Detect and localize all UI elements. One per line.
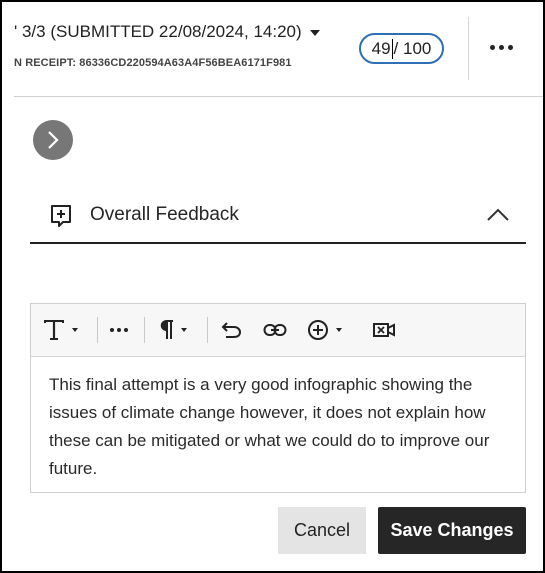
- header-separator: [14, 96, 543, 97]
- chevron-up-icon[interactable]: [486, 206, 510, 222]
- link-icon: [263, 324, 287, 336]
- more-options-button[interactable]: [482, 32, 520, 62]
- record-video-button[interactable]: [372, 317, 396, 343]
- paragraph-icon: [160, 320, 173, 339]
- caret-down-icon: [336, 328, 342, 332]
- cancel-button[interactable]: Cancel: [278, 507, 366, 554]
- submission-receipt: N RECEIPT: 86336CD220594A63A4F56BEA6171F…: [14, 57, 292, 69]
- toolbar-separator: [144, 317, 145, 343]
- chevron-right-icon: [48, 131, 59, 149]
- undo-icon: [221, 322, 242, 338]
- grading-panel: ' 3/3 (SUBMITTED 22/08/2024, 14:20) N RE…: [0, 0, 545, 573]
- dot: [498, 44, 504, 50]
- caret-down-icon: [72, 328, 78, 332]
- add-circle-icon: [308, 320, 328, 340]
- video-record-icon: [373, 323, 395, 337]
- feedback-editor: This final attempt is a very good infogr…: [30, 303, 526, 493]
- insert-content-button[interactable]: [307, 317, 342, 343]
- dot: [489, 44, 495, 50]
- attempt-selector[interactable]: ' 3/3 (SUBMITTED 22/08/2024, 14:20): [14, 22, 321, 42]
- more-options-icon: [110, 328, 128, 332]
- toolbar-separator: [207, 317, 208, 343]
- toolbar-separator: [97, 317, 98, 343]
- attempt-label: ' 3/3 (SUBMITTED 22/08/2024, 14:20): [14, 22, 302, 41]
- grade-value[interactable]: 49: [372, 39, 391, 59]
- dot: [507, 44, 513, 50]
- feedback-text-area[interactable]: This final attempt is a very good infogr…: [31, 357, 525, 483]
- feedback-section-header[interactable]: Overall Feedback: [30, 194, 526, 244]
- more-formatting-button[interactable]: [110, 317, 128, 343]
- caret-down-icon: [181, 328, 187, 332]
- feedback-add-icon: [51, 205, 71, 227]
- text-style-icon: [44, 320, 64, 340]
- header-divider: [468, 17, 469, 80]
- grade-max: / 100: [393, 38, 432, 58]
- insert-link-button[interactable]: [263, 317, 287, 343]
- attempt-header: ' 3/3 (SUBMITTED 22/08/2024, 14:20) N RE…: [2, 2, 543, 97]
- caret-down-icon: [310, 29, 321, 36]
- undo-button[interactable]: [220, 317, 242, 343]
- save-changes-button[interactable]: Save Changes: [378, 507, 526, 554]
- grade-input[interactable]: 49/ 100: [359, 33, 444, 64]
- paragraph-button[interactable]: [158, 317, 187, 343]
- text-cursor: [391, 38, 393, 59]
- expand-panel-button[interactable]: [33, 120, 73, 160]
- text-style-button[interactable]: [43, 317, 78, 343]
- section-title: Overall Feedback: [90, 204, 239, 225]
- editor-toolbar: [31, 304, 525, 357]
